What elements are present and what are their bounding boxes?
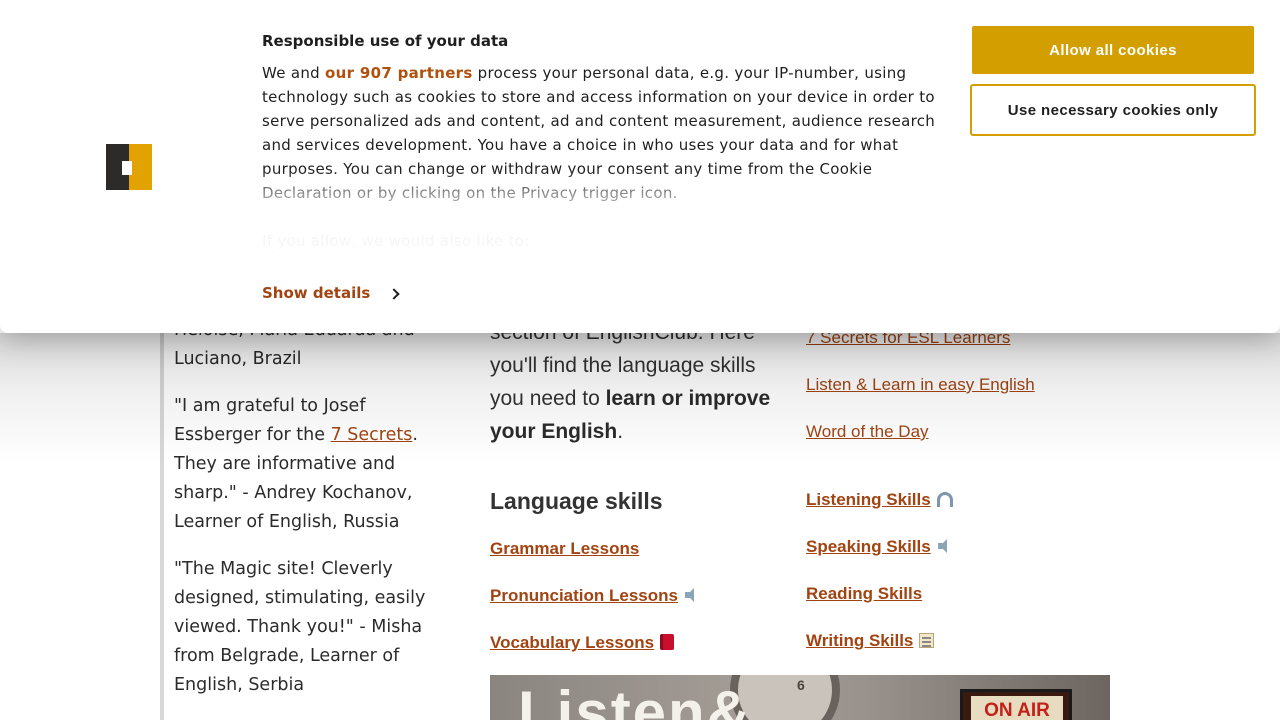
speaker-icon	[684, 588, 700, 602]
listen-learn-banner[interactable]: 6 Listen& ON AIR	[490, 675, 1110, 720]
grammar-lessons-link[interactable]: Grammar Lessons	[490, 539, 639, 558]
on-air-sign: ON AIR	[960, 689, 1072, 720]
word-of-the-day-link[interactable]: Word of the Day	[806, 422, 929, 442]
dialog-title: Responsible use of your data	[262, 32, 509, 50]
writing-skills-item[interactable]: Writing Skills	[806, 631, 935, 651]
grammar-lessons-item[interactable]: Grammar Lessons	[490, 539, 639, 559]
faded-text: If you allow, we would also like to:	[262, 232, 530, 250]
pronunciation-lessons-link[interactable]: Pronunciation Lessons	[490, 586, 678, 605]
vocabulary-lessons-item[interactable]: Vocabulary Lessons	[490, 633, 675, 653]
logo-notch	[122, 161, 132, 175]
speaking-skills-link[interactable]: Speaking Skills	[806, 537, 931, 556]
testimonial-3: "The Magic site! Cleverly designed, stim…	[174, 559, 426, 695]
banner-title: Listen&	[518, 679, 753, 720]
reading-skills-link[interactable]: Reading Skills	[806, 584, 922, 603]
pronunciation-lessons-item[interactable]: Pronunciation Lessons	[490, 586, 700, 606]
seven-secrets-link[interactable]: 7 Secrets	[331, 425, 413, 445]
necessary-cookies-only-button[interactable]: Use necessary cookies only	[970, 84, 1256, 136]
allow-all-cookies-button[interactable]: Allow all cookies	[972, 26, 1254, 74]
listening-skills-item[interactable]: Listening Skills	[806, 490, 953, 510]
brand-logo	[106, 144, 152, 190]
memo-icon	[919, 633, 935, 648]
body-prefix: We and	[262, 64, 326, 82]
intro-text: section of EnglishClub. Here you'll find…	[490, 316, 790, 448]
writing-skills-link[interactable]: Writing Skills	[806, 631, 913, 650]
logo-gold-half	[129, 144, 152, 190]
testimonial-2: "I am grateful to Josef Essberger for th…	[174, 392, 444, 537]
listening-skills-link[interactable]: Listening Skills	[806, 490, 931, 509]
listen-learn-link[interactable]: Listen & Learn in easy English	[806, 375, 1035, 395]
speaker-icon	[937, 539, 953, 553]
show-details-label: Show details	[262, 284, 371, 302]
vocabulary-lessons-link[interactable]: Vocabulary Lessons	[490, 633, 654, 652]
language-skills-heading: Language skills	[490, 488, 663, 514]
book-icon	[660, 634, 675, 650]
dialog-body: We and our 907 partners process your per…	[262, 61, 952, 205]
reading-skills-item[interactable]: Reading Skills	[806, 584, 922, 604]
testimonials: Heloise, Maria Eduarda and Luciano, Braz…	[174, 316, 444, 718]
body-main: process your personal data, e.g. your IP…	[262, 64, 936, 202]
speaking-skills-item[interactable]: Speaking Skills	[806, 537, 953, 557]
show-details-button[interactable]: Show details	[262, 284, 400, 302]
headphones-icon	[936, 492, 953, 507]
intro-suffix: .	[617, 420, 624, 443]
testimonial-rule	[160, 280, 164, 720]
partners-link[interactable]: our 907 partners	[325, 64, 473, 82]
chevron-right-icon	[388, 287, 400, 300]
clock-number: 6	[797, 677, 805, 693]
cookie-consent-dialog: Responsible use of your data We and our …	[0, 0, 1280, 333]
on-air-text: ON AIR	[971, 696, 1063, 720]
